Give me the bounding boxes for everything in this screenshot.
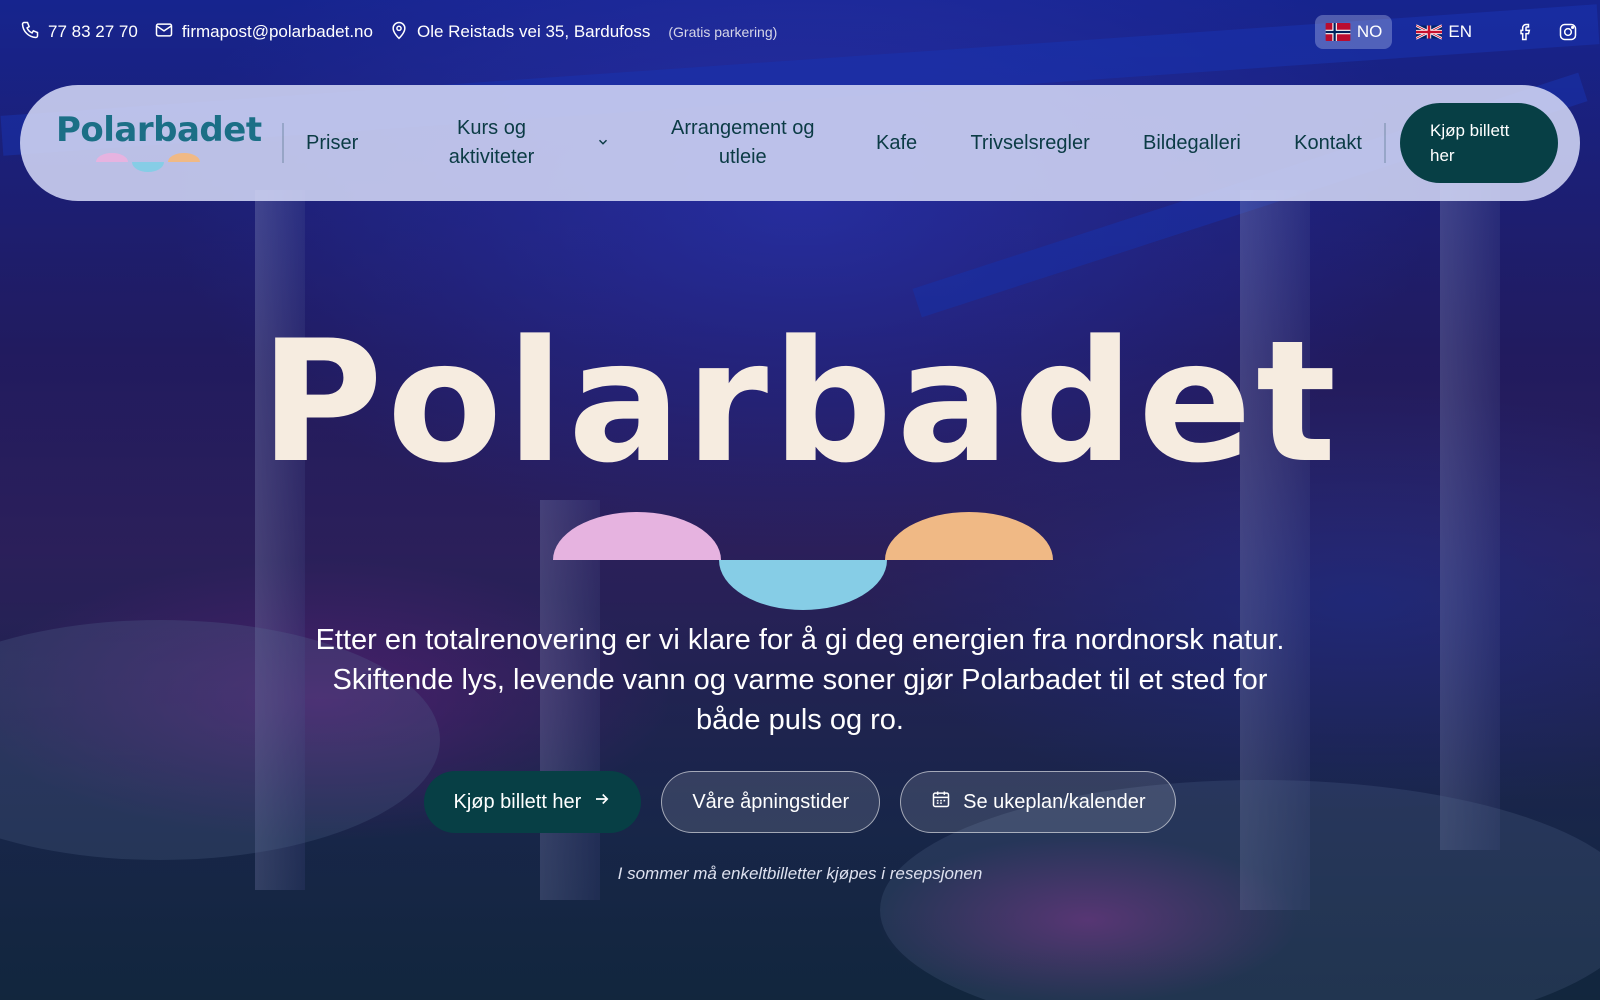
calendar-label: Se ukeplan/kalender — [963, 790, 1146, 813]
summer-ticket-note: I sommer må enkeltbilletter kjøpes i res… — [617, 864, 983, 883]
buy-ticket-button[interactable]: Kjøp billett her — [423, 771, 642, 833]
nav-item-label: Bildegalleri — [1143, 131, 1241, 154]
language-no-label: NO — [1356, 22, 1383, 41]
nav-item-label: Kafe — [876, 131, 918, 154]
nav-item-priser[interactable]: Priser — [306, 129, 358, 158]
nav-divider — [1384, 123, 1386, 163]
instagram-icon[interactable] — [1556, 20, 1580, 44]
nav-divider — [282, 123, 284, 163]
nav-item-arrangement-og-utleie[interactable]: Arrangement og utleie — [663, 114, 823, 172]
norway-flag-icon — [1325, 23, 1351, 41]
address-text: Ole Reistads vei 35, Bardufoss — [416, 22, 651, 41]
language-en-label: EN — [1448, 22, 1472, 41]
facebook-icon[interactable] — [1514, 20, 1538, 44]
nav-item-kafe[interactable]: Kafe — [876, 129, 917, 158]
map-pin-icon — [389, 20, 409, 45]
hero-buttons: Kjøp billett her Våre åpningstider Se uk… — [0, 771, 1600, 833]
phone-link[interactable]: 77 83 27 70 — [20, 20, 138, 45]
mail-icon — [154, 20, 174, 45]
nav-item-bildegalleri[interactable]: Bildegalleri — [1143, 129, 1241, 158]
email-link[interactable]: firmapost@polarbadet.no — [154, 20, 373, 45]
language-en-button[interactable]: EN — [1406, 15, 1482, 49]
nav-item-label: Kontakt — [1294, 131, 1362, 154]
hero-title: Polarbadet — [259, 304, 1341, 500]
logo-wave-mark — [96, 153, 200, 172]
nav-item-kurs-og-aktiviteter[interactable]: Kurs og aktiviteter — [412, 114, 610, 172]
opening-hours-button[interactable]: Våre åpningstider — [661, 771, 881, 833]
address-link[interactable]: Ole Reistads vei 35, Bardufoss (Gratis p… — [389, 20, 777, 45]
site-logo[interactable]: Polarbadet — [56, 110, 262, 176]
parking-note: (Gratis parkering) — [668, 24, 778, 40]
calendar-icon — [931, 789, 951, 815]
hero-description: Etter en totalrenovering er vi klare for… — [315, 624, 1285, 737]
nav-item-label: Priser — [306, 131, 359, 154]
logo-text: Polarbadet — [56, 110, 262, 150]
hero-wave-mark — [553, 512, 1053, 610]
nav-item-kontakt[interactable]: Kontakt — [1294, 129, 1362, 158]
buy-ticket-nav-button[interactable]: Kjøp billett her — [1400, 103, 1558, 183]
uk-flag-icon — [1416, 23, 1443, 41]
buy-ticket-label: Kjøp billett her — [453, 790, 582, 813]
nav-item-label: Trivselsregler — [970, 131, 1090, 154]
top-contact-bar: 77 83 27 70 firmapost@polarbadet.no Ole … — [0, 0, 1600, 64]
nav-item-trivselsregler[interactable]: Trivselsregler — [970, 129, 1089, 158]
phone-icon — [20, 20, 40, 45]
phone-number: 77 83 27 70 — [48, 22, 138, 41]
nav-item-label: Kurs og aktiviteter — [448, 117, 535, 168]
opening-hours-label: Våre åpningstider — [692, 790, 850, 813]
nav-item-label: Arrangement og utleie — [671, 117, 815, 168]
chevron-down-icon[interactable] — [596, 129, 610, 158]
language-no-button[interactable]: NO — [1314, 15, 1393, 49]
main-navigation: Polarbadet Priser Kurs og aktiviteter Ar… — [20, 85, 1580, 201]
calendar-button[interactable]: Se ukeplan/kalender — [900, 771, 1177, 833]
arrow-right-icon — [593, 790, 611, 814]
email-address: firmapost@polarbadet.no — [181, 22, 373, 41]
